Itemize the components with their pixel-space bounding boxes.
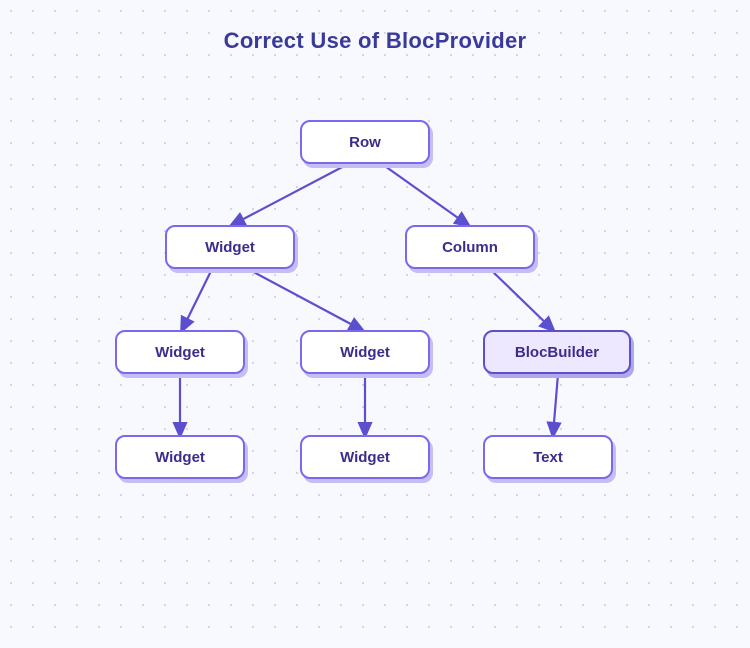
node-widget1: Widget	[165, 225, 295, 269]
node-column: Column	[405, 225, 535, 269]
node-blocbuilder: BlocBuilder	[483, 330, 631, 374]
diagram-canvas: Correct Use of BlocProvider Row Widget	[0, 0, 750, 648]
page-title: Correct Use of BlocProvider	[0, 28, 750, 54]
node-widget5: Widget	[300, 435, 430, 479]
node-text: Text	[483, 435, 613, 479]
node-widget2: Widget	[115, 330, 245, 374]
node-widget3: Widget	[300, 330, 430, 374]
arrows-layer	[0, 0, 750, 648]
node-row: Row	[300, 120, 430, 164]
node-widget4: Widget	[115, 435, 245, 479]
